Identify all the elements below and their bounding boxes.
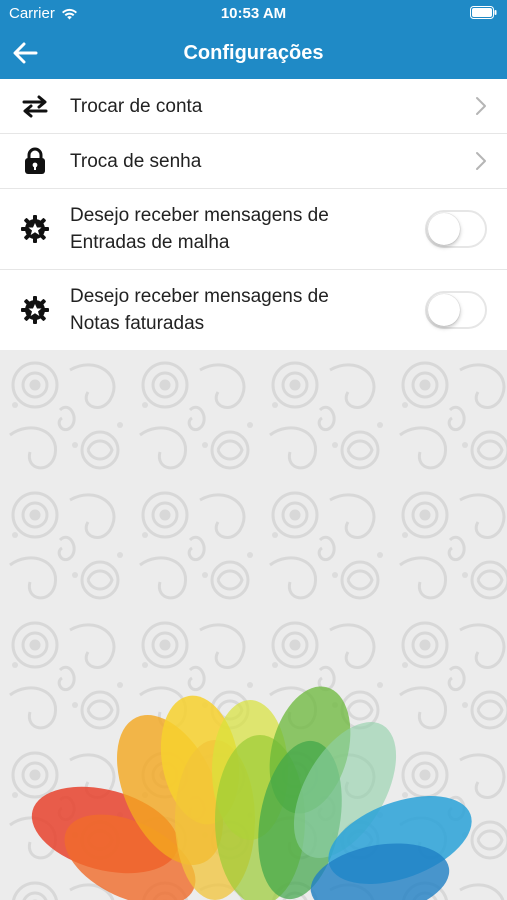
toggle-knob [428,294,460,326]
switch-account-row[interactable]: Trocar de conta [0,79,507,134]
lock-icon [20,146,50,176]
swap-arrows-icon [20,91,50,121]
settings-list: Trocar de conta Troca de senha Desejo re… [0,79,507,351]
gear-icon [20,214,50,244]
page-title: Configurações [183,42,324,64]
invoiced-notes-notify-toggle[interactable] [425,291,487,329]
knit-entries-notify-label: Desejo receber mensagens de Entradas de … [70,202,417,256]
change-password-label: Troca de senha [70,150,202,172]
chevron-right-icon [476,152,486,170]
switch-account-label: Trocar de conta [70,95,203,117]
clock: 10:53 AM [220,5,287,22]
knit-entries-notify-row: Desejo receber mensagens de Entradas de … [0,189,507,270]
toggle-knob [428,213,460,245]
battery-icon [470,6,497,19]
knit-entries-notify-toggle[interactable] [425,210,487,248]
gear-icon [20,295,50,325]
knit-entries-notify-line2: Entradas de malha [70,232,230,253]
invoiced-notes-notify-line1: Desejo receber mensagens de [70,286,329,307]
change-password-row[interactable]: Troca de senha [0,134,507,189]
invoiced-notes-notify-label: Desejo receber mensagens de Notas fatura… [70,283,417,337]
decorative-background [0,350,507,900]
paisley-pattern [0,350,507,900]
invoiced-notes-notify-line2: Notas faturadas [70,313,205,334]
knit-entries-notify-line1: Desejo receber mensagens de [70,205,329,226]
invoiced-notes-notify-row: Desejo receber mensagens de Notas fatura… [0,270,507,351]
status-bar: Carrier 10:53 AM [0,0,507,26]
nav-bar: Configurações [0,26,507,79]
chevron-right-icon [476,97,486,115]
